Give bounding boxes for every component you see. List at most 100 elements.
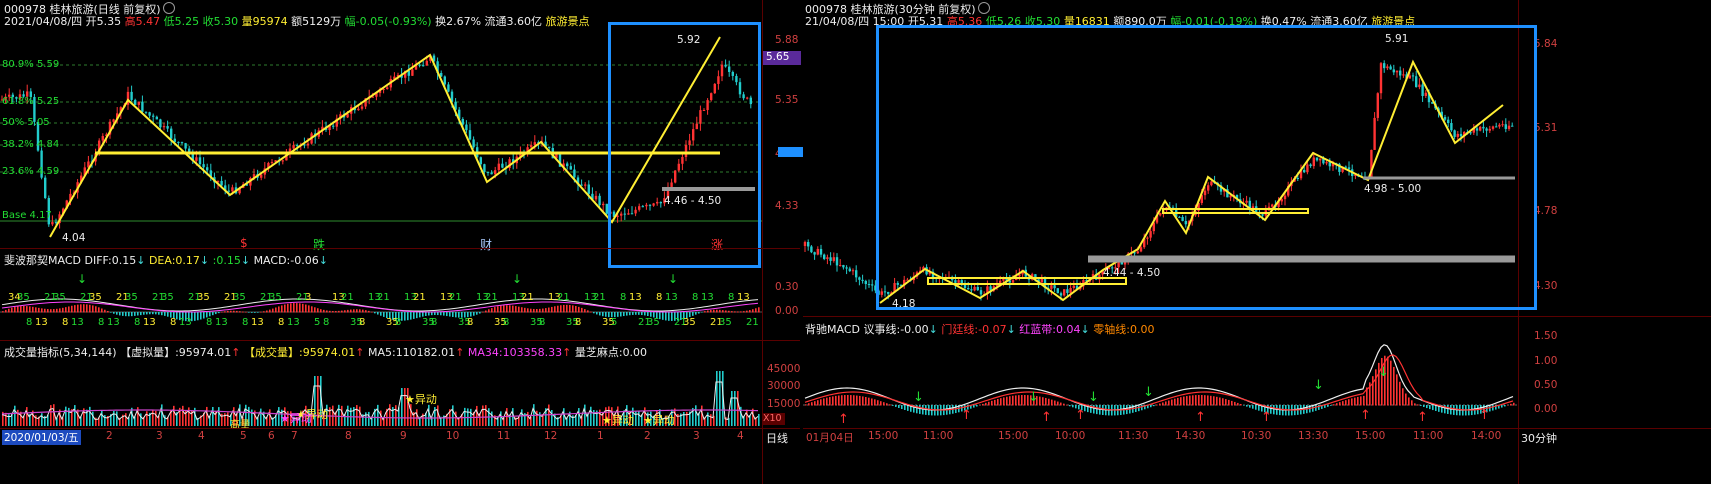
period-label[interactable]: 日线: [766, 430, 788, 446]
chart-mark: [1417, 404, 1419, 406]
chart-mark: [536, 309, 538, 313]
chart-mark: [407, 312, 409, 321]
chart-mark: [272, 308, 274, 313]
chart-mark: [886, 403, 888, 406]
chart-mark: [1198, 395, 1200, 406]
chart-mark: [443, 312, 445, 316]
chart-mark: [35, 307, 37, 313]
chart-mark: [904, 405, 906, 410]
chart-mark: [527, 411, 529, 426]
chart-mark: [569, 304, 571, 313]
chart-mark: [494, 307, 496, 313]
chart-mark: [365, 310, 367, 313]
chart-mark: [173, 405, 175, 426]
chart-mark: 21: [413, 292, 426, 303]
chart-mark: [425, 60, 428, 66]
chart-mark: [488, 309, 490, 313]
chart-mark: [527, 308, 529, 313]
chart-mark: [65, 307, 67, 313]
chart-mark: [326, 310, 328, 313]
chart-mark: [365, 412, 367, 426]
chart-mark: [362, 309, 364, 313]
right-chart-panel[interactable]: 000978 桂林旅游(30分钟 前复权) 21/04/08/四 15:00 开…: [803, 0, 1711, 484]
chart-mark: [143, 312, 145, 315]
chart-mark: [476, 405, 478, 426]
event-marker[interactable]: 财: [480, 236, 492, 253]
chart-mark: [299, 303, 301, 313]
svg-text:↓: ↓: [668, 272, 678, 286]
chart-mark: [5, 309, 7, 313]
event-marker[interactable]: 跌: [313, 236, 325, 253]
chart-mark: [1018, 395, 1020, 406]
chart-mark: [922, 405, 924, 415]
chart-mark: [524, 307, 526, 313]
chart-mark: [641, 312, 643, 316]
chart-mark: [1450, 405, 1452, 415]
chart-mark: 8: [206, 317, 212, 328]
price-axis-label: 5.84: [1534, 38, 1558, 50]
chart-mark: [587, 310, 589, 313]
price-axis-label: 4.78: [1534, 205, 1558, 217]
chart-mark: [1360, 396, 1362, 406]
period-label[interactable]: 30分钟: [1521, 430, 1557, 446]
svg-text:↓: ↓: [913, 390, 924, 405]
svg-text:↓: ↓: [1143, 385, 1154, 400]
chart-mark: [440, 312, 442, 316]
chart-mark: 8: [467, 317, 473, 328]
chart-mark: [871, 398, 873, 406]
chart-mark: [17, 409, 19, 426]
chart-mark: [248, 312, 250, 313]
chart-mark: [728, 310, 730, 313]
chart-mark: [224, 311, 226, 313]
chart-mark: [164, 312, 166, 316]
chart-mark: [847, 395, 849, 406]
chart-mark: [26, 407, 28, 426]
chart-mark: [746, 310, 748, 313]
chart-mark: [380, 410, 382, 426]
left-macd-chart[interactable]: ↓ ↓ ↓ 34358 1321358 1321358 1321358 1321358 132…: [0, 265, 762, 340]
chart-mark: [575, 306, 577, 313]
chart-mark: [26, 306, 28, 313]
chart-mark: [350, 309, 352, 313]
chart-mark: [581, 307, 583, 313]
chart-mark: [746, 409, 748, 426]
chart-mark: [59, 308, 61, 313]
chart-mark: [44, 177, 47, 199]
chart-mark: [851, 270, 855, 272]
chart-mark: [410, 312, 412, 320]
chart-mark: [573, 169, 576, 178]
chart-mark: [374, 312, 376, 314]
chart-mark: [1201, 395, 1203, 406]
fib-level-label: 80.9% 5.59: [2, 59, 60, 70]
chart-mark: [819, 248, 823, 255]
chart-mark: [752, 408, 754, 426]
svg-text:↑: ↑: [1360, 408, 1371, 423]
chart-mark: [470, 312, 472, 317]
chart-mark: 13: [179, 317, 192, 328]
chart-mark: [1045, 397, 1047, 406]
chart-mark: [134, 312, 136, 316]
chart-mark: 3: [305, 292, 311, 303]
chart-mark: 8: [395, 317, 401, 328]
chart-mark: [817, 400, 819, 406]
chart-mark: [1507, 404, 1509, 406]
chart-mark: [832, 396, 834, 406]
chart-mark: [1348, 399, 1350, 406]
chart-mark: [1153, 405, 1155, 407]
chart-mark: [578, 408, 580, 426]
chart-mark: [719, 309, 721, 313]
chart-mark: [317, 308, 319, 313]
current-price-tag: 5.65: [763, 51, 801, 65]
chart-mark: [418, 64, 421, 66]
right-macd-chart[interactable]: ↓ ↓ ↓ ↓ ↓ ↓ ↑ ↑ ↑ ↑ ↑ ↑ ↑ ↑ ↑: [803, 335, 1518, 427]
left-chart-panel[interactable]: 000978 桂林旅游(日线 前复权) 2021/04/08/四 开5.35 高…: [0, 0, 801, 484]
chart-mark: [868, 397, 870, 406]
chart-mark: [1234, 401, 1236, 406]
chart-mark: [401, 388, 403, 426]
chart-mark: [635, 312, 637, 315]
chart-mark: [263, 311, 265, 313]
chart-mark: [395, 405, 397, 426]
chart-mark: 35: [125, 292, 138, 303]
chart-mark: [835, 257, 839, 266]
chart-mark: [623, 312, 625, 317]
